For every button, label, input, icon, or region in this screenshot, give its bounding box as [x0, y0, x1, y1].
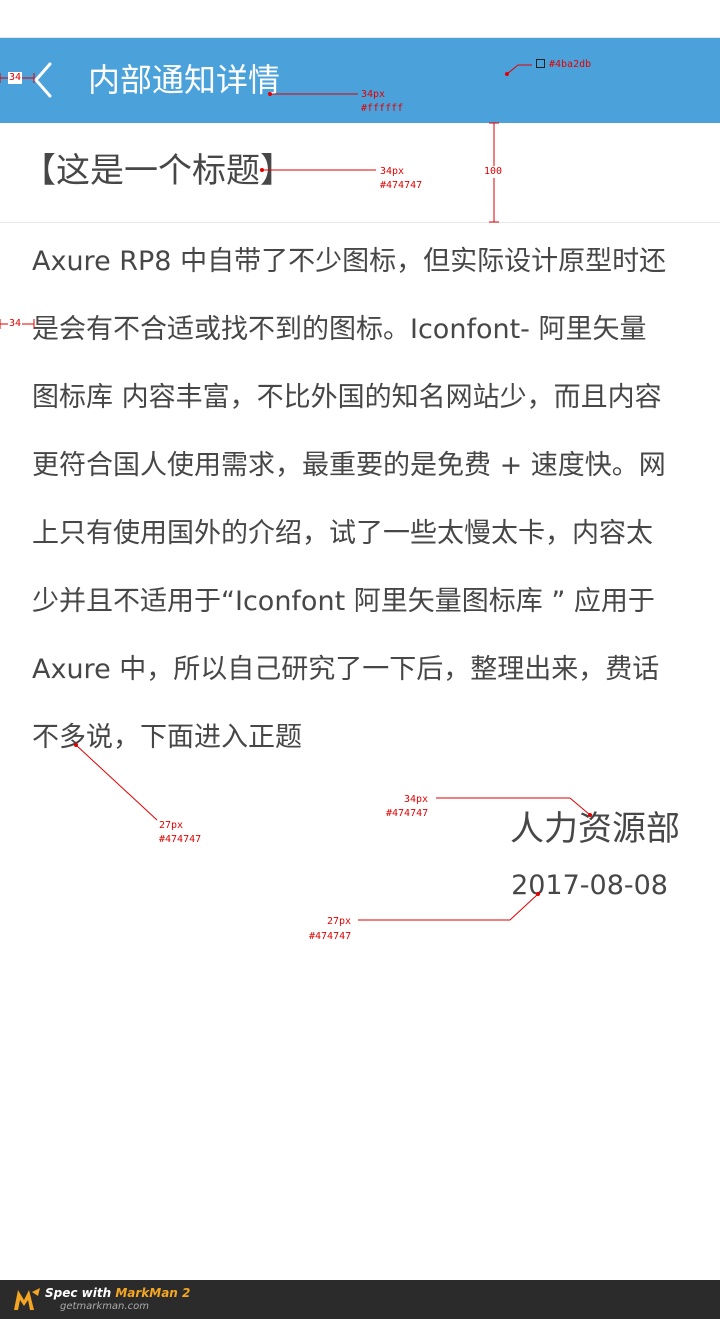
annotation-margin-body: 34 [8, 318, 23, 330]
annotation-nav-title-color: #ffffff [361, 103, 404, 114]
body-line: 少并且不适用于“Iconfont 阿里矢量图标库 ” 应用于 [32, 586, 655, 617]
body-line: Axure RP8 中自带了不少图标，但实际设计原型时还 [32, 246, 667, 277]
annotation-dept-size: 34px [404, 794, 429, 805]
chevron-left-icon [30, 60, 60, 100]
footer-url[interactable]: getmarkman.com [60, 1301, 149, 1313]
annotation-body-color: #474747 [159, 834, 202, 845]
annotation-nav-title-size: 34px [361, 89, 386, 100]
body-line: 更符合国人使用需求，最重要的是免费 + 速度快。网 [32, 450, 666, 481]
footer-brand: Spec with MarkMan 2 [45, 1286, 190, 1300]
footer-brand-prefix: Spec with [45, 1286, 116, 1300]
nav-bar: 内部通知详情 [0, 38, 720, 123]
markman-footer: Spec with MarkMan 2 getmarkman.com [0, 1280, 720, 1319]
page-title: 内部通知详情 [88, 61, 281, 99]
status-bar [0, 0, 720, 38]
color-swatch-icon [536, 59, 545, 68]
body-line: 是会有不合适或找不到的图标。Iconfont- 阿里矢量 [32, 314, 647, 345]
annotation-margin-nav: 34 [8, 72, 23, 84]
department-signature: 人力资源部 [510, 809, 680, 849]
annotation-title-color: #474747 [380, 180, 423, 191]
annotation-title-size: 34px [380, 166, 405, 177]
annotation-dept-color: #474747 [386, 808, 429, 819]
annotation-nav-bg: #4ba2db [536, 59, 591, 71]
markman-logo-icon [12, 1286, 42, 1316]
annotation-title-row-height: 100 [483, 166, 504, 178]
notice-body: Axure RP8 中自带了不少图标，但实际设计原型时还 是会有不合适或找不到的… [32, 228, 692, 772]
annotation-date-size: 27px [327, 916, 352, 927]
notice-title: 【这是一个标题】 [22, 151, 294, 191]
annotation-body-size: 27px [159, 820, 184, 831]
footer-brand-name: MarkMan 2 [115, 1286, 191, 1300]
body-line: 上只有使用国外的介绍，试了一些太慢太卡，内容太 [32, 518, 653, 549]
back-button[interactable] [30, 60, 60, 100]
annotation-date-color: #474747 [309, 931, 352, 942]
notice-title-row: 【这是一个标题】 [0, 123, 720, 223]
body-line: 图标库 内容丰富，不比外国的知名网站少，而且内容 [32, 382, 662, 413]
body-line: Axure 中，所以自己研究了一下后，整理出来，费话 [32, 654, 660, 685]
body-line: 不多说，下面进入正题 [32, 722, 302, 753]
notice-date: 2017-08-08 [511, 870, 668, 901]
annotation-nav-bg-color: #4ba2db [549, 59, 592, 70]
